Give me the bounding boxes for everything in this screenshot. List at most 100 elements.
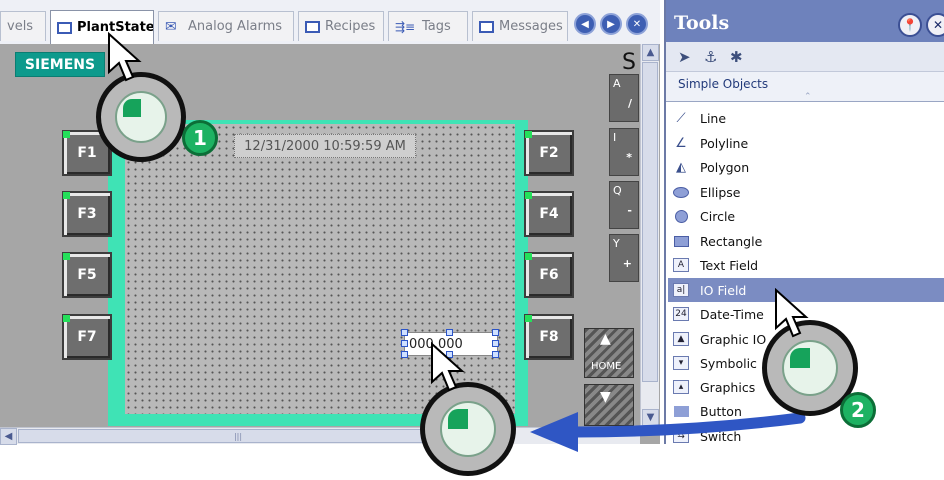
arrow-up-icon: ▲ bbox=[600, 331, 611, 347]
graphic-io-icon: ▲ bbox=[673, 332, 689, 346]
vertical-scrollbar[interactable]: ▲ ▼ bbox=[640, 44, 659, 427]
tab-messages[interactable]: Messages bbox=[472, 11, 568, 41]
screen-icon bbox=[479, 20, 494, 33]
resize-handle[interactable] bbox=[401, 340, 408, 347]
f2-key[interactable]: F2 bbox=[524, 130, 574, 176]
tab-tags[interactable]: ⇶≡ Tags bbox=[388, 11, 468, 41]
polygon-icon: ◭ bbox=[676, 159, 686, 175]
tools-icon[interactable]: ✱ bbox=[730, 48, 743, 66]
tab-scroll-left-button[interactable]: ◀ bbox=[574, 13, 596, 35]
side-key-a[interactable]: A / bbox=[609, 74, 639, 122]
tags-icon: ⇶≡ bbox=[395, 19, 416, 34]
tab-label: Recipes bbox=[325, 19, 376, 34]
key-led bbox=[525, 315, 532, 322]
close-panel-button[interactable]: ✕ bbox=[926, 13, 944, 37]
scroll-down-button[interactable]: ▼ bbox=[642, 409, 659, 426]
pin-icon: 📍 bbox=[902, 18, 918, 32]
resize-handle[interactable] bbox=[492, 329, 499, 336]
home-key[interactable]: ▲ HOME bbox=[584, 328, 634, 378]
resize-handle[interactable] bbox=[492, 351, 499, 358]
arrow-left-icon: ◀ bbox=[581, 18, 589, 30]
scroll-up-button[interactable]: ▲ bbox=[642, 44, 659, 61]
tools-header: Tools 📍 ✕ bbox=[666, 0, 944, 42]
key-led bbox=[63, 131, 70, 138]
chevron-up-icon: ▲ bbox=[646, 47, 655, 58]
chevron-down-icon: ▼ bbox=[646, 412, 655, 423]
f6-key[interactable]: F6 bbox=[524, 252, 574, 298]
line-icon: ⟋ bbox=[676, 110, 686, 126]
side-key-q[interactable]: Q- bbox=[609, 181, 639, 229]
brand-logo: SIEMENS bbox=[15, 52, 105, 77]
close-icon: ✕ bbox=[632, 18, 642, 30]
tab-levels[interactable]: vels bbox=[0, 11, 46, 41]
arrow-down-icon: ▼ bbox=[600, 389, 611, 405]
close-icon: ✕ bbox=[932, 18, 944, 32]
graphics-icon: ▴ bbox=[673, 380, 689, 394]
horizontal-scrollbar[interactable]: ◀ ||| bbox=[0, 427, 640, 445]
vertical-scroll-thumb[interactable] bbox=[642, 62, 658, 382]
key-led bbox=[525, 192, 532, 199]
tool-item-rectangle[interactable]: Rectangle bbox=[668, 229, 944, 253]
pin-button[interactable]: 📍 bbox=[898, 13, 922, 37]
side-key-i[interactable]: I * bbox=[609, 128, 639, 176]
symbolic-icon: ▾ bbox=[673, 356, 689, 370]
key-led bbox=[525, 253, 532, 260]
tool-item-line[interactable]: ⟋ Line bbox=[668, 106, 944, 130]
arrow-cursor-icon bbox=[775, 288, 809, 338]
tools-title: Tools bbox=[674, 12, 730, 34]
date-time-field[interactable]: 12/31/2000 10:59:59 AM bbox=[234, 134, 416, 158]
side-key-y[interactable]: Y + bbox=[609, 234, 639, 282]
resize-handle[interactable] bbox=[492, 340, 499, 347]
f3-key[interactable]: F3 bbox=[62, 191, 112, 237]
io-field-icon: a| bbox=[673, 283, 689, 297]
f5-key[interactable]: F5 bbox=[62, 252, 112, 298]
tab-scroll-right-button[interactable]: ▶ bbox=[600, 13, 622, 35]
grip-icon: ||| bbox=[233, 431, 243, 441]
date-time-icon: 24 bbox=[673, 307, 689, 321]
tab-label: Tags bbox=[422, 19, 451, 34]
tool-item-polyline[interactable]: ∠ Polyline bbox=[668, 131, 944, 155]
switch-icon: ⇆ bbox=[673, 429, 689, 443]
key-led bbox=[63, 253, 70, 260]
resize-handle[interactable] bbox=[446, 329, 453, 336]
f8-key[interactable]: F8 bbox=[524, 314, 574, 360]
anchor-icon[interactable]: ⚓ bbox=[704, 48, 717, 66]
resize-handle[interactable] bbox=[401, 329, 408, 336]
section-label: Simple Objects bbox=[678, 77, 769, 91]
arrow-right-icon: ▶ bbox=[607, 18, 615, 30]
pointer-icon[interactable]: ➤ bbox=[678, 48, 691, 66]
collapse-icon: ⌃ bbox=[804, 92, 812, 102]
tab-label: Messages bbox=[499, 19, 563, 34]
screen-icon bbox=[57, 21, 72, 34]
resize-handle[interactable] bbox=[401, 351, 408, 358]
tab-analog-alarms[interactable]: ✉ Analog Alarms bbox=[158, 11, 294, 41]
tool-item-polygon[interactable]: ◭ Polygon bbox=[668, 155, 944, 179]
text-field-icon: A bbox=[673, 258, 689, 272]
screen-tab-bar: vels PlantState ✉ Analog Alarms Recipes … bbox=[0, 0, 660, 44]
scroll-down-key[interactable]: ▼ bbox=[584, 384, 634, 426]
chevron-left-icon: ◀ bbox=[4, 431, 13, 442]
tab-label: Analog Alarms bbox=[188, 19, 283, 34]
tool-item-switch[interactable]: ⇆ Switch bbox=[668, 424, 944, 448]
circle-icon bbox=[672, 208, 690, 224]
f4-key[interactable]: F4 bbox=[524, 191, 574, 237]
tool-item-ellipse[interactable]: Ellipse bbox=[668, 180, 944, 204]
step-badge-2: 2 bbox=[840, 392, 876, 428]
key-led bbox=[63, 315, 70, 322]
tab-recipes[interactable]: Recipes bbox=[298, 11, 384, 41]
tool-item-text-field[interactable]: A Text Field bbox=[668, 253, 944, 277]
screen-icon bbox=[305, 20, 320, 33]
close-tab-button[interactable]: ✕ bbox=[626, 13, 648, 35]
alarm-icon: ✉ bbox=[165, 18, 177, 35]
tab-label: vels bbox=[7, 19, 34, 34]
tools-toolbar: ➤ ⚓ ✱ bbox=[666, 42, 944, 72]
arrow-cursor-icon bbox=[431, 342, 465, 392]
section-simple-objects[interactable]: Simple Objects ⌃ bbox=[666, 72, 944, 102]
f7-key[interactable]: F7 bbox=[62, 314, 112, 360]
ellipse-icon bbox=[672, 184, 690, 200]
tool-item-circle[interactable]: Circle bbox=[668, 204, 944, 228]
horizontal-scroll-thumb[interactable]: ||| bbox=[18, 429, 458, 443]
key-led bbox=[525, 131, 532, 138]
scroll-left-button[interactable]: ◀ bbox=[0, 428, 17, 445]
polyline-icon: ∠ bbox=[675, 135, 687, 151]
